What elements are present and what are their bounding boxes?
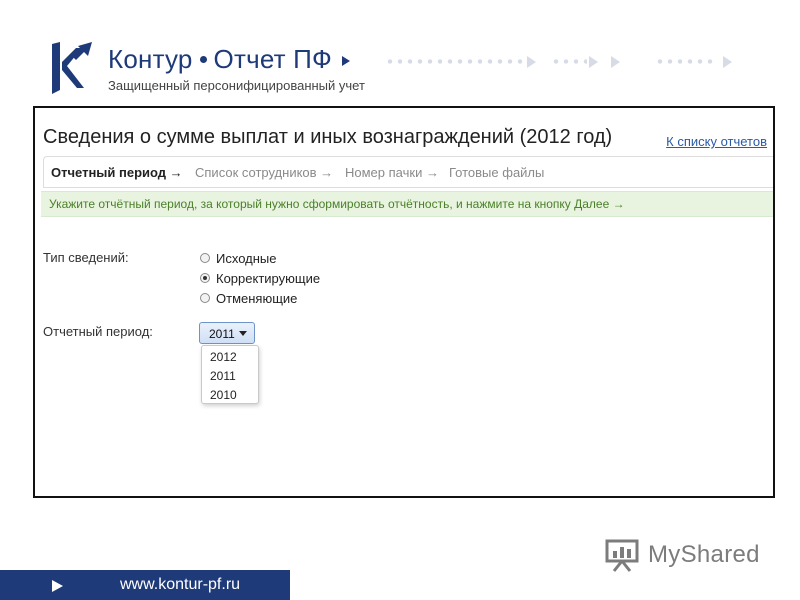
footer-bar: www.kontur-pf.ru (0, 570, 290, 600)
hint-text: Укажите отчётный период, за который нужн… (49, 197, 625, 211)
radio-button[interactable] (200, 293, 210, 303)
radio-label: Отменяющие (216, 290, 298, 306)
step-reporting-period[interactable]: Отчетный период → (51, 165, 183, 180)
presentation-board-icon (605, 539, 639, 572)
header-decoration (385, 55, 745, 69)
dot-arrow-icon (589, 56, 598, 68)
brand-title: Контур Отчет ПФ (108, 44, 351, 75)
back-to-reports-link[interactable]: К списку отчетов (666, 134, 767, 149)
period-option-2012[interactable]: 2012 (210, 350, 237, 364)
radio-option-initial[interactable]: Исходные (200, 249, 276, 267)
step-ready-files[interactable]: Готовые файлы (449, 165, 544, 180)
info-type-label: Тип сведений: (43, 250, 129, 265)
step-batch-number[interactable]: Номер пачки → (345, 165, 439, 180)
period-dropdown: 2012 2011 2010 (201, 345, 259, 404)
period-option-2010[interactable]: 2010 (210, 388, 237, 402)
page-title: Сведения о сумме выплат и иных вознаграж… (43, 126, 613, 148)
radio-button-checked[interactable] (200, 273, 210, 283)
radio-label: Исходные (216, 250, 277, 266)
step-employee-list[interactable]: Список сотрудников → (195, 165, 333, 180)
wizard-steps: Отчетный период → Список сотрудников → Н… (43, 156, 773, 188)
brand-dot-icon (199, 56, 207, 64)
radio-option-corrective[interactable]: Корректирующие (200, 269, 320, 287)
radio-label: Корректирующие (216, 270, 321, 286)
app-screenshot-frame: Сведения о сумме выплат и иных вознаграж… (33, 106, 775, 498)
caret-down-icon (239, 331, 247, 336)
period-label: Отчетный период: (43, 324, 153, 339)
dot-arrow-icon (723, 56, 732, 68)
brand-tagline: Защищенный персонифицированный учет (108, 78, 365, 93)
radio-option-cancelling[interactable]: Отменяющие (200, 289, 297, 307)
brand-arrow-icon (342, 56, 351, 67)
period-select-value: 2011 (209, 327, 235, 341)
brand-product: Отчет ПФ (213, 44, 333, 74)
radio-button[interactable] (200, 253, 210, 263)
brand-name: Контур (108, 44, 193, 74)
period-option-2011[interactable]: 2011 (210, 369, 236, 383)
play-arrow-icon (52, 580, 63, 592)
footer-url[interactable]: www.kontur-pf.ru (120, 576, 240, 594)
dot-arrow-icon (527, 56, 536, 68)
hint-banner: Укажите отчётный период, за который нужн… (41, 191, 773, 217)
watermark-text: MyShared (648, 541, 760, 568)
kontur-logo-icon (52, 42, 92, 94)
period-select[interactable]: 2011 (199, 322, 255, 344)
dot-arrow-icon (611, 56, 620, 68)
